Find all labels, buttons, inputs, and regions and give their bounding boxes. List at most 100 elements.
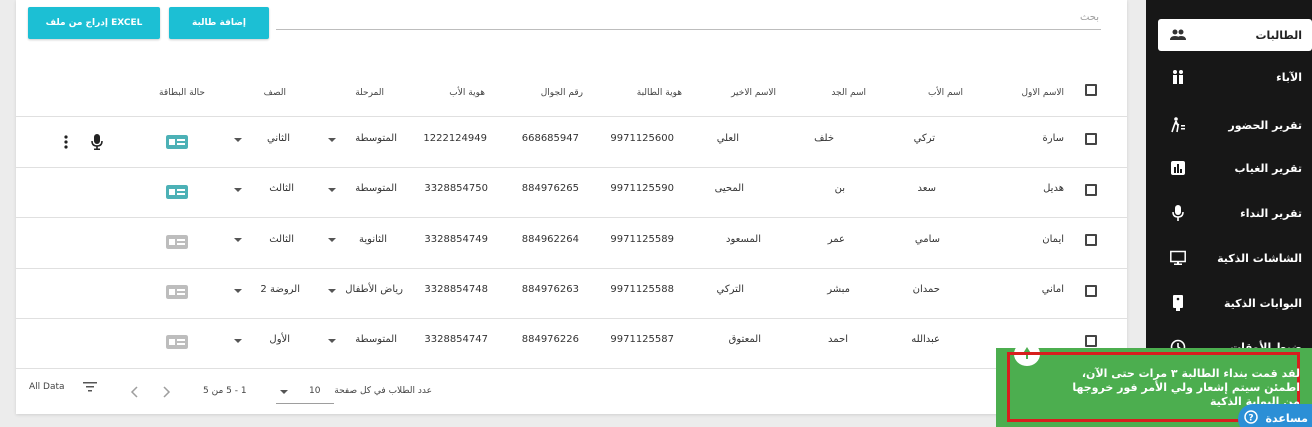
per-page-underline [276,403,334,404]
grade-select[interactable]: الأول [269,334,290,345]
per-page-label: عدد الطلاب في كل صفحة [334,386,432,396]
student-id-cell: 9971125589 [610,234,674,245]
search-input[interactable]: بحث [276,8,1101,30]
first-name-cell: سارة [1042,133,1065,144]
add-student-button[interactable]: إضافة طالبة [169,7,269,39]
chart-icon [1171,161,1185,175]
father-name-cell: حمدان [912,284,940,295]
header-card-status: حالة البطاقة [159,88,205,98]
chevron-down-icon[interactable] [280,390,288,394]
last-name-cell: المحيى [714,183,744,194]
first-name-cell: ايمان [1042,234,1064,245]
last-name-cell: التركي [716,284,744,295]
chevron-down-icon[interactable] [234,238,242,242]
help-button[interactable]: ? مساعدة [1238,404,1312,427]
gate-icon [1173,295,1183,311]
id-card-icon[interactable] [166,235,188,249]
id-card-icon[interactable] [166,135,188,149]
father-name-cell: سعد [917,183,936,194]
toast-message: لقد قمت بنداء الطالبة ٣ مرات حتى الآن، ا… [1016,367,1300,409]
page-range: 1 - 5 من 5 [203,386,247,396]
sidebar-item-students[interactable]: الطالبات [1158,19,1312,51]
header-father-id: هوية الأب [449,88,485,98]
chevron-down-icon[interactable] [328,138,336,142]
sidebar-item-label: الآباء [1276,70,1302,84]
chevron-left-icon[interactable] [130,386,140,398]
sidebar-item-smart-screens[interactable]: الشاشات الذكية [1158,242,1312,274]
chevron-down-icon[interactable] [328,238,336,242]
sidebar-item-label: تقرير الغياب [1234,161,1302,175]
chevron-down-icon[interactable] [328,188,336,192]
student-id-cell: 9971125588 [610,284,674,295]
svg-text:?: ? [1248,414,1253,424]
import-excel-button[interactable]: EXCEL إدراج من ملف [28,7,160,39]
sidebar-item-label: البوابات الذكية [1223,296,1302,310]
sidebar-item-label: تقرير الحضور [1228,118,1302,132]
chevron-down-icon[interactable] [234,138,242,142]
stage-select[interactable]: رياض الأطفال [345,284,403,295]
stage-select[interactable]: المتوسطة [355,133,397,144]
row-checkbox[interactable] [1085,133,1097,145]
sidebar-item-parents[interactable]: الآباء [1158,61,1312,93]
microphone-icon [1172,205,1184,221]
row-checkbox[interactable] [1085,335,1097,347]
help-label: مساعدة [1265,412,1309,425]
toast-line: اطمئن سيتم إشعار ولي الأمر فور خروجها [1072,381,1300,394]
walking-icon [1171,117,1185,133]
header-stage: المرحلة [355,88,384,98]
header-mobile: رقم الجوال [540,88,583,98]
father-id-cell: 3328854750 [424,183,488,194]
header-grandfather-name: اسم الجد [831,88,866,98]
grade-select[interactable]: الثالث [269,234,294,245]
id-card-icon[interactable] [166,185,188,199]
microphone-icon[interactable] [91,134,103,150]
row-checkbox[interactable] [1085,184,1097,196]
grade-select[interactable]: الروضة 2 [260,284,300,295]
mobile-cell: 884976265 [521,183,579,194]
first-name-cell: هديل [1043,183,1064,194]
header-student-id: هوية الطالبة [636,88,682,98]
grandfather-name-cell: مبشر [827,284,850,295]
row-checkbox[interactable] [1085,285,1097,297]
chevron-down-icon[interactable] [234,188,242,192]
row-checkbox[interactable] [1085,234,1097,246]
grade-select[interactable]: الثالث [269,183,294,194]
per-page-select[interactable]: 10 [309,386,320,396]
stage-select[interactable]: المتوسطة [355,183,397,194]
father-id-cell: 1222124949 [423,133,487,144]
sidebar-item-attendance[interactable]: تقرير الحضور [1158,109,1312,141]
more-vert-icon[interactable] [63,135,69,149]
sidebar-item-label: تقرير النداء [1240,206,1302,220]
chevron-down-icon[interactable] [328,289,336,293]
stage-select[interactable]: الثانوية [359,234,387,245]
grandfather-name-cell: احمد [828,334,848,345]
family-icon [1173,70,1183,84]
chevron-down-icon[interactable] [328,339,336,343]
header-grade: الصف [263,88,286,98]
id-card-icon[interactable] [166,285,188,299]
father-id-cell: 3328854747 [424,334,488,345]
stage-select[interactable]: المتوسطة [355,334,397,345]
chevron-down-icon[interactable] [234,339,242,343]
student-id-cell: 9971125600 [610,133,674,144]
mobile-cell: 884976226 [521,334,579,345]
sidebar-item-label: الطالبات [1255,28,1302,42]
header-last-name: الاسم الاخير [731,88,776,98]
grandfather-name-cell: بن [834,183,845,194]
father-id-cell: 3328854748 [424,284,488,295]
sidebar-item-smart-gates[interactable]: البوابات الذكية [1158,287,1312,319]
chevron-down-icon[interactable] [234,289,242,293]
sidebar-item-calls[interactable]: تقرير النداء [1158,197,1312,229]
filter-icon[interactable] [83,382,97,392]
last-name-cell: العلي [716,133,739,144]
header-first-name: الاسم الاول [1021,88,1064,98]
help-icon: ? [1244,410,1258,424]
chevron-right-icon[interactable] [161,386,171,398]
all-data-label[interactable]: All Data [29,382,65,392]
mobile-cell: 668685947 [521,133,579,144]
monitor-icon [1170,250,1186,265]
select-all-checkbox[interactable] [1085,84,1097,96]
id-card-icon[interactable] [166,335,188,349]
sidebar-item-absence[interactable]: تقرير الغياب [1158,152,1312,184]
grade-select[interactable]: الثاني [267,133,290,144]
